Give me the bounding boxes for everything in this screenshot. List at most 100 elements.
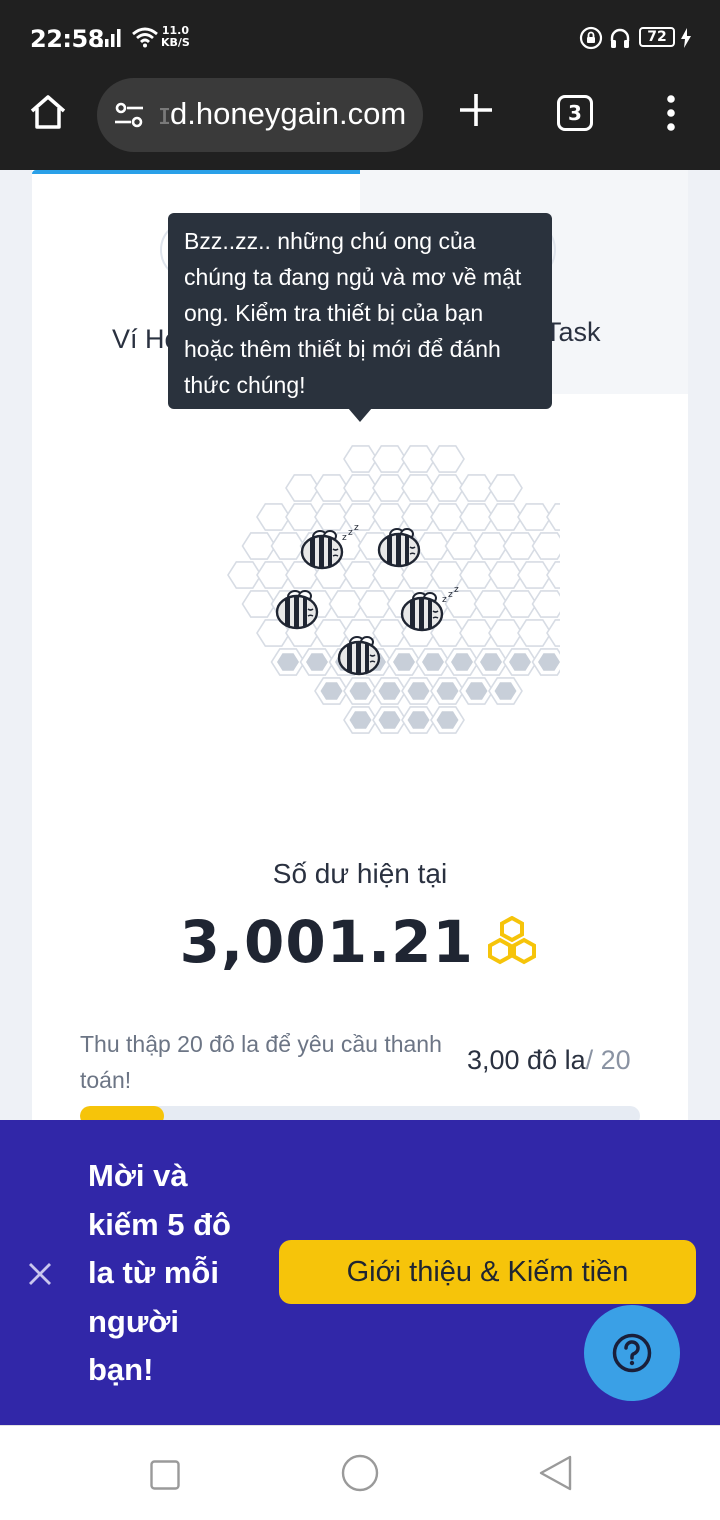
balance-label: Số dư hiện tại <box>272 858 448 889</box>
honeycomb-cell <box>488 561 523 589</box>
svg-text:z: z <box>448 590 453 600</box>
network-speed: 11.0 KB/S <box>161 25 190 49</box>
sleeping-bees-tooltip: Bzz..zz.. những chú ong của chúng ta đan… <box>168 213 552 409</box>
url-domain: d.honeygain.com <box>170 96 407 131</box>
tooltip-arrow <box>348 408 372 422</box>
honeycomb-illustration: z z zz z z <box>227 445 560 734</box>
site-settings-icon[interactable] <box>113 100 145 130</box>
more-options-icon[interactable] <box>664 95 678 131</box>
honeycomb-cell <box>488 503 523 531</box>
honeycomb-cell <box>285 474 320 502</box>
browser-toolbar: ɪd.honeygain.com 3 <box>0 78 720 170</box>
honeycomb-cell <box>401 445 436 473</box>
honeycomb-cell <box>502 532 538 560</box>
signal-icon <box>99 29 121 47</box>
honeycomb-cell <box>488 474 523 502</box>
honeycomb-cell <box>502 590 538 618</box>
honeycomb-cell <box>314 474 349 502</box>
honeycomb-cell <box>270 532 306 560</box>
svg-text:z: z <box>442 595 447 605</box>
honeycomb-cell <box>241 590 277 618</box>
sleeping-bee-icon <box>337 636 381 676</box>
honeycomb-cell <box>488 619 523 647</box>
home-icon[interactable] <box>28 92 68 132</box>
charging-icon <box>681 28 691 48</box>
honeycomb-cell <box>517 503 552 531</box>
question-icon <box>612 1333 652 1373</box>
honeycomb-cell <box>357 590 393 618</box>
honeycomb-cell <box>314 503 349 531</box>
payout-requirement: Thu thập 20 đô la để yêu cầu thanh toán! <box>80 1031 442 1093</box>
referral-message: Mời và kiếm 5 đô la từ mỗi người bạn! <box>88 1158 231 1387</box>
honeycomb-cell <box>430 503 465 531</box>
honeycomb-cell <box>343 561 378 589</box>
balance-row: 3,001.21 <box>0 908 720 976</box>
svg-text:z: z <box>454 585 459 595</box>
status-time: 22:58 <box>30 25 104 53</box>
payout-progress-amount: 3,00 đô la/ 20 <box>467 1045 631 1076</box>
honeycomb-cell <box>401 503 436 531</box>
system-nav-bar <box>0 1425 720 1520</box>
close-icon[interactable] <box>26 1260 54 1288</box>
honeycomb-cell <box>459 619 494 647</box>
honeycomb-cell <box>256 503 291 531</box>
honeycomb-cell <box>314 619 349 647</box>
tab-task[interactable]: Task <box>545 317 601 348</box>
back-icon[interactable] <box>538 1455 572 1491</box>
honeycomb-cell <box>343 445 378 473</box>
svg-text:z: z <box>348 528 353 538</box>
recent-apps-icon[interactable] <box>150 1460 180 1490</box>
honeycomb-cell <box>372 503 407 531</box>
balance-value: 3,001.21 <box>179 908 474 976</box>
honeycomb-cell <box>546 561 560 589</box>
wifi-icon <box>132 27 158 48</box>
honeycomb-cell <box>415 532 451 560</box>
help-button[interactable] <box>584 1305 680 1401</box>
active-tab-indicator <box>32 170 360 174</box>
svg-text:z: z <box>354 523 359 533</box>
honeycomb-cell <box>459 561 494 589</box>
honeycomb-cell <box>372 474 407 502</box>
status-bar: 22:58 11.0 KB/S 72 <box>0 0 720 78</box>
honeycomb-cell <box>430 445 465 473</box>
honeycomb-cell <box>444 532 480 560</box>
honeycomb-cell <box>401 474 436 502</box>
honeycomb-cell <box>372 619 407 647</box>
honeycomb-cell <box>517 619 552 647</box>
new-tab-icon[interactable] <box>458 92 494 128</box>
honeycomb-cell <box>256 561 291 589</box>
payout-current: 3,00 đô la <box>467 1045 586 1075</box>
honeycomb-cell <box>227 561 262 589</box>
payout-target: / 20 <box>585 1045 631 1075</box>
honeycomb-cell <box>343 503 378 531</box>
svg-text:z: z <box>342 533 347 543</box>
honeycomb-cell <box>430 474 465 502</box>
honeycomb-cell <box>517 561 552 589</box>
honeycomb-cell <box>343 474 378 502</box>
honeycomb-cell <box>531 532 560 560</box>
honeycomb-cell <box>546 619 560 647</box>
honeycomb-cell <box>241 532 277 560</box>
lock-rotation-icon <box>579 26 603 50</box>
refer-and-earn-button[interactable]: Giới thiệu & Kiếm tiền <box>279 1240 696 1304</box>
honeycomb-cell <box>546 503 560 531</box>
url-bar[interactable]: ɪd.honeygain.com <box>97 78 423 152</box>
tab-switcher-button[interactable]: 3 <box>557 95 593 131</box>
honeycoin-icon <box>488 916 537 965</box>
referral-banner: Mời và kiếm 5 đô la từ mỗi người bạn! Gi… <box>0 1120 720 1425</box>
url-text[interactable]: ɪd.honeygain.com <box>159 96 406 132</box>
home-nav-icon[interactable] <box>341 1454 379 1492</box>
battery-indicator: 72 <box>639 27 675 47</box>
honeycomb-cell <box>459 474 494 502</box>
honeycomb-cell <box>473 532 509 560</box>
headphones-icon <box>610 28 630 48</box>
honeycomb-cell <box>473 590 509 618</box>
honeycomb-cell <box>430 561 465 589</box>
url-prefix: ɪ <box>159 96 171 131</box>
honeycomb-cell <box>459 503 494 531</box>
honeycomb-cell <box>328 590 364 618</box>
honeycomb-cell <box>531 590 560 618</box>
honeycomb-cell <box>372 445 407 473</box>
honeycomb-cell <box>285 503 320 531</box>
network-speed-unit: KB/S <box>161 36 190 49</box>
